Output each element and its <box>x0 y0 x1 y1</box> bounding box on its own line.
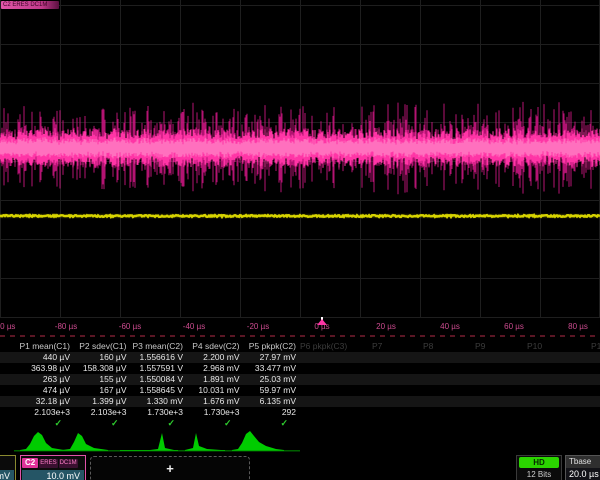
oscilloscope-screen: C2 ERES DC1M -100 µs -80 µs -60 µs -40 µs -2… <box>0 0 600 480</box>
param-value-cell: 292 <box>240 407 296 418</box>
param-value-cell: 1.730e+3 <box>184 407 240 418</box>
param-value-cell: 2.968 mV <box>184 363 240 374</box>
param-value-cell: 363.98 µV <box>14 363 70 374</box>
param-status-ok-icon: ✓ <box>127 418 183 429</box>
param-value-cell: 263 µV <box>14 374 70 385</box>
param-header-p5[interactable]: P5 pkpk(C2) <box>240 340 296 352</box>
param-value-cell: 1.330 mV <box>127 396 183 407</box>
param-value-cell: 59.97 mV <box>240 385 296 396</box>
channel-c1-descriptor[interactable]: C1 DC1M 0 mV <box>0 455 16 480</box>
time-axis-label: -20 µs <box>247 322 269 331</box>
timebase-value: 20.0 µs <box>566 468 600 480</box>
param-value-cell: 2.103e+3 <box>71 407 127 418</box>
axis-tick-dashes <box>0 335 600 337</box>
trigger-position-marker[interactable] <box>317 319 327 325</box>
time-axis-label: 20 µs <box>376 322 396 331</box>
hd-mode-descriptor[interactable]: HD 12 Bits <box>516 455 562 480</box>
histicon-p5 <box>232 431 284 451</box>
param-header-p1[interactable]: P1 mean(C1) <box>14 340 70 352</box>
histicon-p4 <box>185 433 225 451</box>
param-header-inactive[interactable]: P11 <box>591 340 600 352</box>
time-axis-label: -80 µs <box>55 322 77 331</box>
param-header-inactive[interactable]: P9 <box>475 340 485 352</box>
timebase-descriptor[interactable]: Tbase 20.0 µs <box>565 455 600 480</box>
hd-bits-label: 12 Bits <box>517 468 561 480</box>
hd-badge: HD <box>519 457 559 468</box>
time-axis: -100 µs-80 µs-60 µs-40 µs-20 µs0 µs20 µs… <box>0 318 600 336</box>
param-value-cell: 160 µV <box>71 352 127 363</box>
param-value-cell: 1.557591 V <box>127 363 183 374</box>
channel-c2-descriptor[interactable]: C2 ERES DC1M 10.0 mV <box>20 455 86 480</box>
param-value-cell: 27.97 mV <box>240 352 296 363</box>
param-value-cell: 1.891 mV <box>184 374 240 385</box>
histicon-p2 <box>62 433 108 451</box>
param-header-inactive[interactable]: P10 <box>527 340 542 352</box>
c2-volts-per-div: 10.0 mV <box>22 470 84 480</box>
measurement-table: P1 mean(C1)P2 sdev(C1)P3 mean(C2)P4 sdev… <box>0 339 600 431</box>
param-header-inactive[interactable]: P7 <box>372 340 382 352</box>
timebase-title: Tbase <box>566 456 600 468</box>
time-axis-label: -60 µs <box>119 322 141 331</box>
param-status-ok-icon: ✓ <box>240 418 296 429</box>
param-header-inactive[interactable]: P6 pkpk(C3) <box>300 340 347 352</box>
histicon-p3 <box>120 433 178 451</box>
param-value-cell: 25.03 mV <box>240 374 296 385</box>
waveform-display <box>0 0 600 318</box>
c2-trace-label[interactable]: C2 ERES DC1M <box>1 1 59 9</box>
time-axis-label: -40 µs <box>183 322 205 331</box>
param-value-cell: 167 µV <box>71 385 127 396</box>
param-value-cell: 33.477 mV <box>240 363 296 374</box>
time-axis-label: 40 µs <box>440 322 460 331</box>
time-axis-label: -100 µs <box>0 322 15 331</box>
param-header-p3[interactable]: P3 mean(C2) <box>127 340 183 352</box>
param-value-cell: 158.308 µV <box>71 363 127 374</box>
param-value-cell: 6.135 mV <box>240 396 296 407</box>
param-value-cell: 1.558645 V <box>127 385 183 396</box>
param-header-p4[interactable]: P4 sdev(C2) <box>184 340 240 352</box>
histicon-p1 <box>20 432 64 451</box>
param-status-ok-icon: ✓ <box>71 418 127 429</box>
param-value-cell: 2.103e+3 <box>14 407 70 418</box>
param-status-ok-icon: ✓ <box>14 418 70 429</box>
param-header-p2[interactable]: P2 sdev(C1) <box>71 340 127 352</box>
time-axis-label: 60 µs <box>504 322 524 331</box>
c1-volts-per-div: 0 mV <box>0 470 14 480</box>
time-axis-label: 80 µs <box>568 322 588 331</box>
add-trace-button[interactable]: + <box>90 456 250 480</box>
c2-coupling-tag: DC1M <box>59 459 78 468</box>
param-value-cell: 1.399 µV <box>71 396 127 407</box>
param-value-cell: 2.200 mV <box>184 352 240 363</box>
c2-label: C2 <box>22 458 38 468</box>
param-status-ok-icon: ✓ <box>184 418 240 429</box>
param-value-cell: 1.556616 V <box>127 352 183 363</box>
param-value-cell: 1.676 mV <box>184 396 240 407</box>
param-value-cell: 474 µV <box>14 385 70 396</box>
param-value-cell: 10.031 mV <box>184 385 240 396</box>
parameter-histicons <box>0 430 600 455</box>
plus-icon: + <box>166 461 174 476</box>
param-header-inactive[interactable]: P8 <box>423 340 433 352</box>
param-value-cell: 1.730e+3 <box>127 407 183 418</box>
param-value-cell: 440 µV <box>14 352 70 363</box>
c2-eres-tag: ERES <box>39 459 57 468</box>
param-value-cell: 155 µV <box>71 374 127 385</box>
param-value-cell: 32.18 µV <box>14 396 70 407</box>
param-value-cell: 1.550084 V <box>127 374 183 385</box>
